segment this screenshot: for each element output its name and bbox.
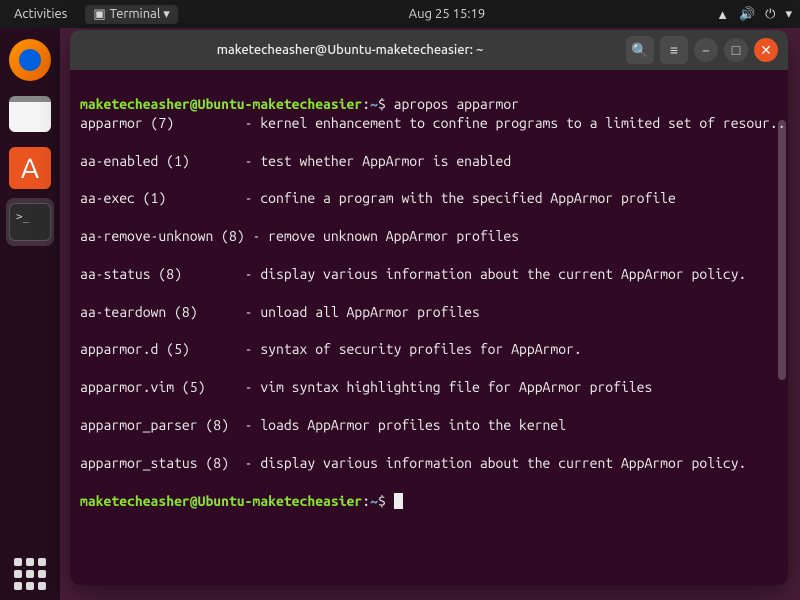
dock: A xyxy=(0,28,60,600)
prompt-colon: : xyxy=(362,493,370,509)
output-line: apparmor_parser (8) - loads AppArmor pro… xyxy=(80,416,778,435)
window-title: maketecheasher@Ubuntu-maketecheasier: ~ xyxy=(80,43,620,57)
show-applications-button[interactable] xyxy=(0,558,60,590)
output-line: aa-status (8) - display various informat… xyxy=(80,265,778,284)
prompt-path: ~ xyxy=(370,96,378,112)
hamburger-icon: ≡ xyxy=(670,42,678,58)
search-button[interactable]: 🔍 xyxy=(626,36,654,64)
minimize-button[interactable]: − xyxy=(694,38,718,62)
power-icon: ⏻ xyxy=(765,7,775,22)
minimize-icon: − xyxy=(702,42,710,58)
titlebar[interactable]: maketecheasher@Ubuntu-maketecheasier: ~ … xyxy=(70,30,788,70)
app-menu[interactable]: ▣ Terminal ▾ xyxy=(85,5,177,24)
network-icon: ▲ xyxy=(716,7,729,22)
dock-terminal[interactable] xyxy=(6,198,54,246)
activities-button[interactable]: Activities xyxy=(8,5,73,23)
output-line: aa-exec (1) - confine a program with the… xyxy=(80,189,778,208)
prompt-symbol: $ xyxy=(378,493,386,509)
maximize-icon: □ xyxy=(732,42,740,58)
prompt-path: ~ xyxy=(370,493,378,509)
close-button[interactable]: ✕ xyxy=(754,38,778,62)
maximize-button[interactable]: □ xyxy=(724,38,748,62)
command-text: apropos apparmor xyxy=(394,96,519,112)
dock-files[interactable] xyxy=(6,90,54,138)
terminal-body[interactable]: maketecheasher@Ubuntu-maketecheasier:~$ … xyxy=(70,70,788,585)
close-icon: ✕ xyxy=(760,42,772,59)
terminal-icon xyxy=(9,203,51,241)
prompt-symbol: $ xyxy=(378,96,386,112)
apps-grid-icon xyxy=(14,558,46,590)
output-line: aa-enabled (1) - test whether AppArmor i… xyxy=(80,152,778,171)
output-line: aa-teardown (8) - unload all AppArmor pr… xyxy=(80,303,778,322)
prompt-user-host: maketecheasher@Ubuntu-maketecheasier xyxy=(80,96,362,112)
gnome-topbar: Activities ▣ Terminal ▾ Aug 25 15:19 ▲ 🔊… xyxy=(0,0,800,28)
output-line: apparmor (7) - kernel enhancement to con… xyxy=(80,114,778,133)
prompt-user-host: maketecheasher@Ubuntu-maketecheasier xyxy=(80,493,362,509)
output-line: apparmor.d (5) - syntax of security prof… xyxy=(80,340,778,359)
software-icon: A xyxy=(9,147,51,189)
volume-icon: 🔊 xyxy=(739,7,755,22)
output-line: apparmor.vim (5) - vim syntax highlighti… xyxy=(80,378,778,397)
files-icon xyxy=(9,96,51,132)
hamburger-menu-button[interactable]: ≡ xyxy=(660,36,688,64)
cursor xyxy=(394,493,403,509)
topbar-datetime[interactable]: Aug 25 15:19 xyxy=(178,7,716,21)
scrollbar[interactable] xyxy=(778,120,786,380)
topbar-left: Activities ▣ Terminal ▾ xyxy=(8,5,178,24)
dock-firefox[interactable] xyxy=(6,36,54,84)
output-line: aa-remove-unknown (8) - remove unknown A… xyxy=(80,227,778,246)
chevron-down-icon: ▾ xyxy=(785,7,792,22)
search-icon: 🔍 xyxy=(631,42,648,59)
terminal-window: maketecheasher@Ubuntu-maketecheasier: ~ … xyxy=(70,30,788,585)
topbar-status-area[interactable]: ▲ 🔊 ⏻ ▾ xyxy=(716,7,792,22)
output-line: apparmor_status (8) - display various in… xyxy=(80,454,778,473)
firefox-icon xyxy=(9,39,51,81)
prompt-colon: : xyxy=(362,96,370,112)
terminal-icon: ▣ xyxy=(93,7,105,22)
dock-software[interactable]: A xyxy=(6,144,54,192)
app-menu-label: Terminal ▾ xyxy=(110,7,170,22)
